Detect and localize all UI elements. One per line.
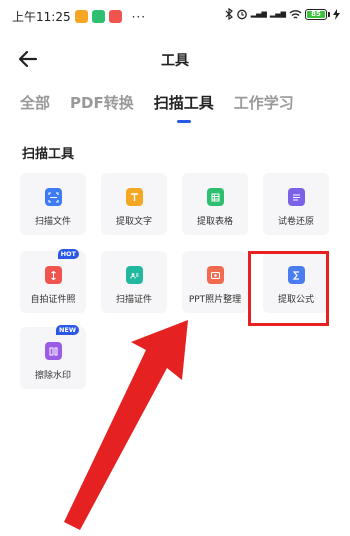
highlight-box [248,251,329,326]
extract-table-icon [207,188,224,206]
notification-shield-icon [91,10,105,23]
tool-label: 擦除水印 [34,371,71,381]
id-photo-icon [45,266,62,284]
charging-icon [333,8,340,20]
tool-label: PPT照片整理 [188,295,242,305]
tool-label: 扫描文件 [34,217,71,227]
tool-label: 试卷还原 [277,217,314,227]
notification-red-app-icon [108,10,122,23]
bluetooth-icon [225,8,233,20]
tool-label: 提取表格 [196,217,233,227]
tool-remove-watermark[interactable]: NEW 擦除水印 [20,325,86,389]
scan-id-icon [126,266,143,284]
more-notifications-icon: ··· [131,9,147,24]
hot-badge: HOT [57,249,79,259]
tool-extract-text[interactable]: 提取文字 [101,173,167,235]
active-tab-indicator [176,120,191,123]
tab-work-study[interactable]: 工作学习 [234,92,294,113]
tool-label: 扫描证件 [115,295,152,305]
status-left: 上午11:25 ··· [12,8,146,25]
tab-all[interactable]: 全部 [20,92,50,113]
tab-pdf-convert[interactable]: PDF转换 [70,92,134,113]
tool-id-photo[interactable]: HOT 自拍证件照 [20,249,86,313]
ppt-photo-icon [207,266,224,284]
new-badge: NEW [55,325,79,335]
notification-app-icon [74,10,88,23]
page-header: 工具 [0,44,350,76]
tool-extract-table[interactable]: 提取表格 [182,173,248,235]
battery-level: 85 [307,10,325,18]
alarm-icon [236,9,247,20]
tool-ppt-photo[interactable]: PPT照片整理 [182,251,248,313]
tool-scan-id[interactable]: 扫描证件 [101,251,167,313]
signal-2-icon: ▂▄▆ [269,10,286,18]
scan-file-icon [45,188,62,206]
category-tabs: 全部 PDF转换 扫描工具 工作学习 [20,92,294,123]
status-right: ▂▄▆ ▂▄▆ 85 [225,8,340,20]
tool-exam-restore[interactable]: 试卷还原 [263,173,329,235]
wifi-icon [289,9,302,19]
tool-scan-file[interactable]: 扫描文件 [20,173,86,235]
remove-watermark-icon [45,342,62,360]
extract-text-icon [126,188,143,206]
tool-label: 自拍证件照 [30,295,76,305]
tool-label: 提取文字 [115,217,152,227]
status-bar: 上午11:25 ··· ▂▄▆ ▂▄▆ 85 [0,0,350,32]
signal-1-icon: ▂▄▆ [250,10,267,18]
status-time: 上午11:25 [12,10,71,24]
battery-icon: 85 [305,8,330,20]
section-title: 扫描工具 [22,147,75,162]
tab-scan-tools[interactable]: 扫描工具 [154,92,214,123]
page-title: 工具 [161,53,189,69]
exam-restore-icon [288,188,305,206]
